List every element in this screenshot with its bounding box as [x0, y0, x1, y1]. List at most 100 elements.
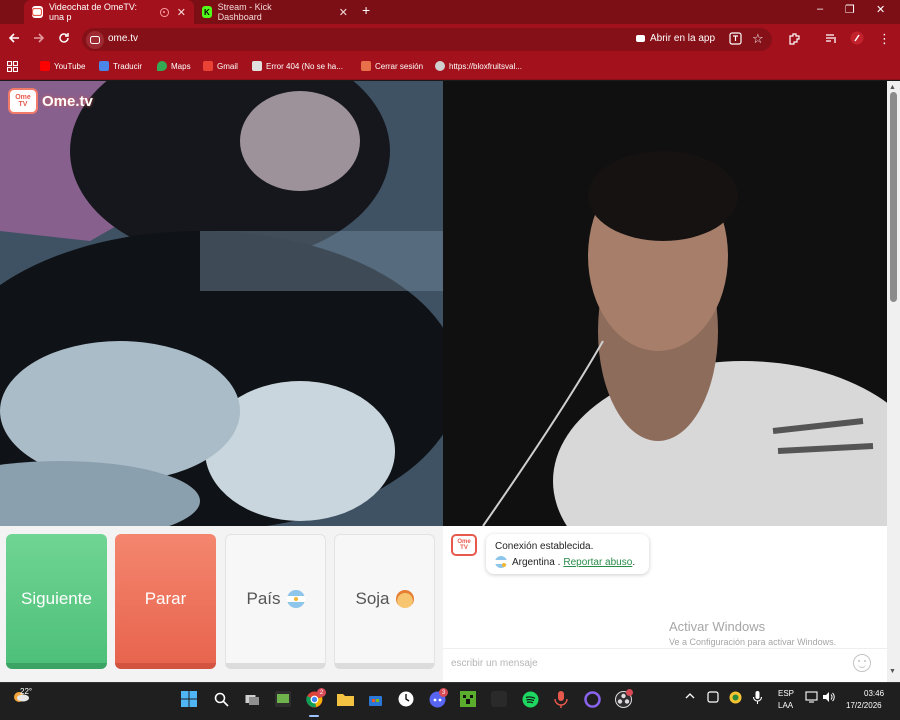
open-app-icon: [636, 35, 645, 42]
tray-shield-icon[interactable]: [729, 691, 742, 707]
emoji-picker-icon[interactable]: [853, 654, 871, 672]
game-app-icon[interactable]: [274, 690, 292, 708]
page-icon: [252, 61, 262, 71]
stop-button-label: Parar: [144, 588, 187, 608]
blank-app-icon[interactable]: [490, 690, 508, 708]
network-icon[interactable]: [805, 691, 818, 706]
country-button-label: País: [246, 589, 281, 608]
gender-filter-button[interactable]: Soja: [334, 534, 435, 669]
url-text[interactable]: ome.tv: [108, 33, 138, 44]
youtube-icon: [40, 61, 50, 71]
bookmark-gmail[interactable]: Gmail: [203, 61, 238, 71]
tray-microphone-icon[interactable]: [752, 691, 763, 707]
translate-bookmark-icon: [99, 61, 109, 71]
own-camera-frame: [443, 81, 887, 526]
ometv-favicon-icon: [32, 6, 43, 18]
bookmark-youtube[interactable]: YouTube: [40, 61, 85, 71]
partner-country: Argentina .: [512, 556, 561, 568]
maps-icon: [157, 61, 167, 71]
search-icon[interactable]: [212, 690, 230, 708]
volume-icon[interactable]: [822, 691, 835, 706]
translate-icon[interactable]: [729, 32, 742, 49]
scrollbar-thumb[interactable]: [890, 92, 897, 302]
tab-ometv[interactable]: Videochat de OmeTV: una p ✕: [24, 0, 194, 24]
scroll-down-icon[interactable]: ▼: [889, 668, 896, 675]
tray-app-icon[interactable]: [707, 691, 719, 706]
file-explorer-icon[interactable]: [336, 690, 354, 708]
language-indicator-line1[interactable]: ESP: [778, 689, 794, 698]
taskbar-date[interactable]: 17/2/2026: [846, 701, 882, 710]
bloxfruits-icon: [435, 61, 445, 71]
language-indicator-line2[interactable]: LAA: [778, 701, 793, 710]
restore-icon[interactable]: ❐: [845, 3, 855, 16]
scroll-up-icon[interactable]: ▲: [889, 84, 896, 91]
connection-status: Conexión establecida.: [495, 541, 594, 552]
weather-temperature: 22°: [20, 687, 33, 696]
partner-country-line: Argentina . Reportar abuso .: [495, 556, 635, 568]
microphone-app-icon[interactable]: [552, 690, 570, 708]
bookmark-translate[interactable]: Traducir: [99, 61, 142, 71]
tab-kick[interactable]: K Stream - Kick Dashboard ✕: [194, 0, 356, 24]
system-message-bubble: [486, 534, 649, 574]
show-hidden-icons-icon[interactable]: [685, 691, 695, 703]
country-filter-button[interactable]: País: [225, 534, 326, 669]
media-control-icon[interactable]: [825, 32, 838, 49]
activate-windows-subtitle: Ve a Configuración para activar Windows.: [669, 637, 837, 647]
clock-app-icon[interactable]: [397, 690, 415, 708]
message-input[interactable]: [451, 655, 841, 671]
chrome-badge: 2: [317, 688, 326, 697]
report-abuse-link[interactable]: Reportar abuso: [563, 557, 632, 568]
ometv-logo[interactable]: Ome TV Ome.tv: [8, 88, 93, 114]
tab-title: Videochat de OmeTV: una p: [48, 2, 138, 22]
discord-badge: 3: [439, 688, 448, 697]
close-tab-icon[interactable]: ✕: [339, 6, 348, 19]
bookmark-star-icon[interactable]: ☆: [752, 31, 764, 47]
own-camera-video: [443, 81, 887, 526]
spotify-icon[interactable]: [521, 690, 539, 708]
next-button[interactable]: Siguiente: [6, 534, 107, 669]
bookmark-bloxfruits[interactable]: https://bloxfruitsval...: [435, 61, 522, 71]
recording-icon: [160, 7, 169, 17]
stranger-video-frame: [0, 81, 443, 526]
apps-grid-icon[interactable]: [6, 60, 19, 76]
profile-icon[interactable]: [850, 31, 864, 49]
ometv-tv-icon: Ome TV: [8, 88, 38, 114]
tab-title: Stream - Kick Dashboard: [217, 2, 272, 22]
bookmark-logout[interactable]: Cerrar sesión: [361, 61, 423, 71]
close-window-icon[interactable]: ✕: [876, 3, 885, 16]
gender-button-label: Soja: [355, 589, 390, 608]
chrome-active-indicator: [309, 715, 319, 717]
next-button-label: Siguiente: [21, 588, 92, 608]
reload-icon[interactable]: [58, 32, 70, 48]
ometv-wordmark: Ome.tv: [42, 92, 93, 110]
minimize-icon[interactable]: –: [817, 3, 823, 15]
store-icon[interactable]: [366, 690, 384, 708]
activate-windows-title: Activar Windows: [669, 619, 766, 634]
stop-button[interactable]: Parar: [115, 534, 216, 669]
new-tab-icon[interactable]: +: [362, 2, 370, 18]
bookmark-maps[interactable]: Maps: [157, 61, 191, 71]
stranger-video: [0, 81, 443, 526]
minecraft-icon[interactable]: [459, 690, 477, 708]
report-abuse-period: .: [632, 556, 636, 568]
close-tab-icon[interactable]: ✕: [177, 6, 186, 19]
logout-site-icon: [361, 61, 371, 71]
back-icon[interactable]: [8, 32, 20, 48]
extensions-icon[interactable]: [788, 32, 801, 49]
open-in-app-button[interactable]: Abrir en la app: [636, 33, 715, 44]
menu-kebab-icon[interactable]: ⋮: [878, 31, 891, 47]
start-menu-icon[interactable]: [180, 690, 198, 708]
kick-favicon-icon: K: [202, 6, 212, 18]
taskbar-time[interactable]: 03:46: [864, 689, 884, 698]
open-in-app-label: Abrir en la app: [650, 33, 716, 44]
message-bar: [443, 648, 887, 676]
forward-icon[interactable]: [33, 32, 45, 48]
site-info-icon[interactable]: [86, 31, 104, 49]
bookmark-error-404[interactable]: Error 404 (No se ha...: [252, 61, 343, 71]
person-emoji-icon: [395, 590, 414, 608]
circle-app-icon[interactable]: [583, 690, 601, 708]
task-view-icon[interactable]: [243, 690, 261, 708]
chat-ometv-avatar-icon: Ome TV: [451, 534, 477, 556]
obs-live-badge: [626, 689, 633, 696]
argentina-flag-icon: [286, 590, 305, 608]
